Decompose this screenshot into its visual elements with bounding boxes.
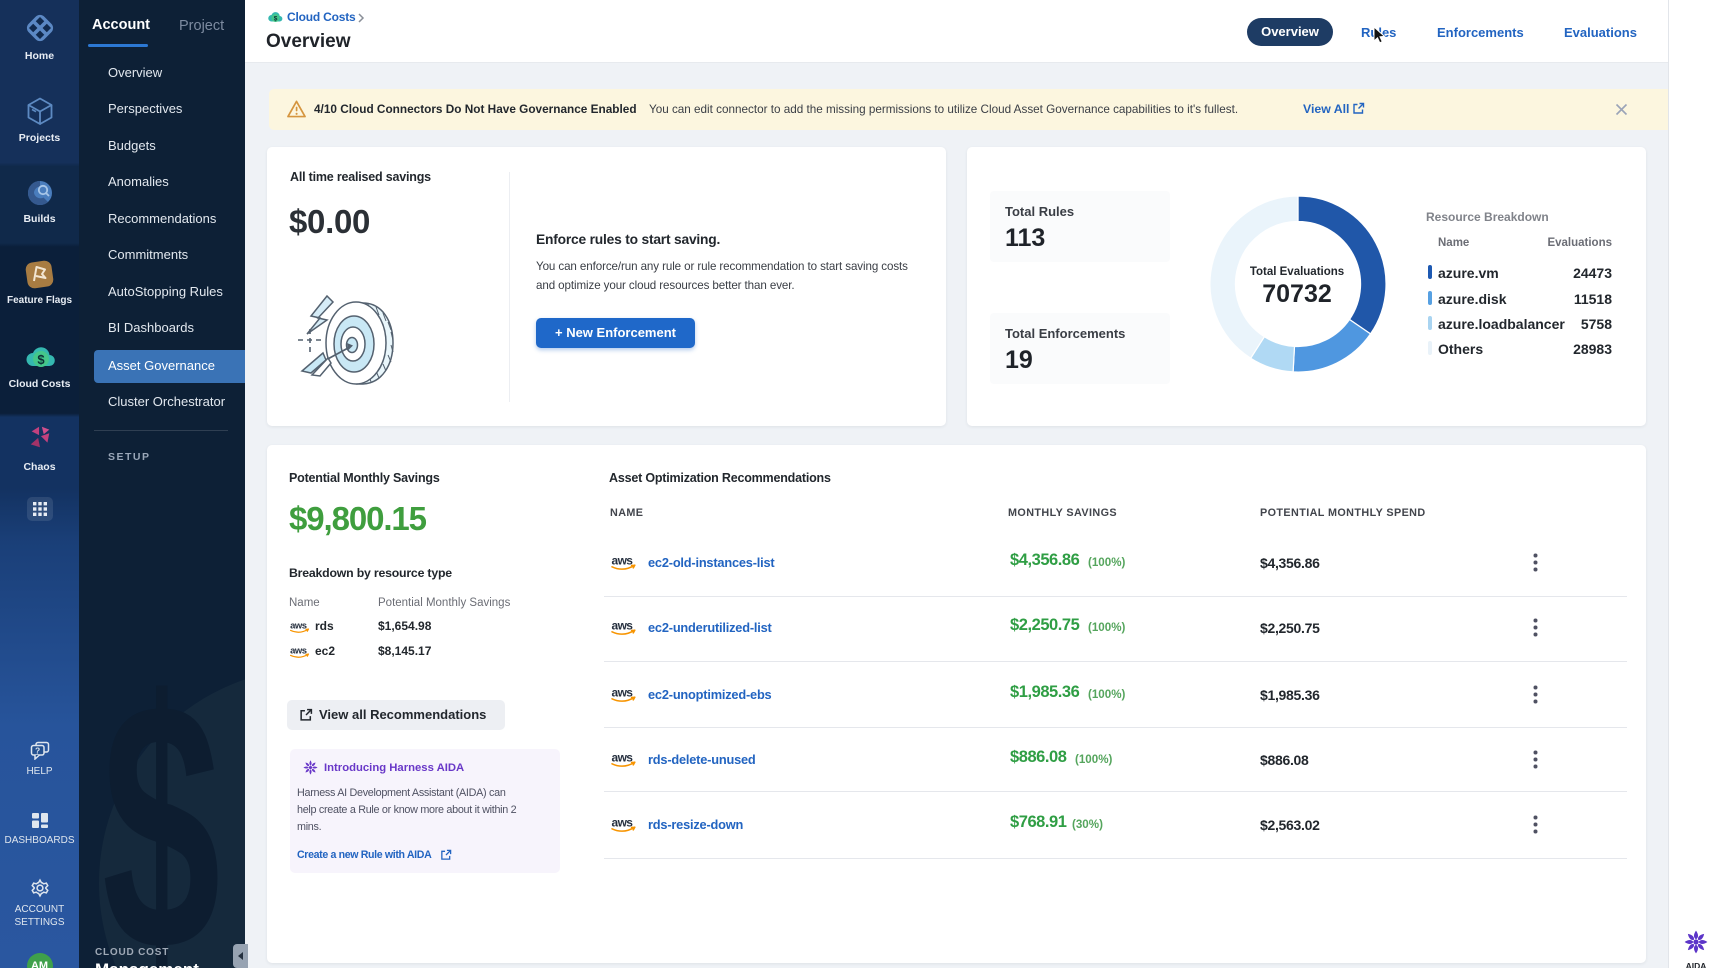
svg-text:$: $ xyxy=(37,352,45,367)
svg-text:$: $ xyxy=(274,16,278,23)
svg-text:?: ? xyxy=(34,746,39,756)
